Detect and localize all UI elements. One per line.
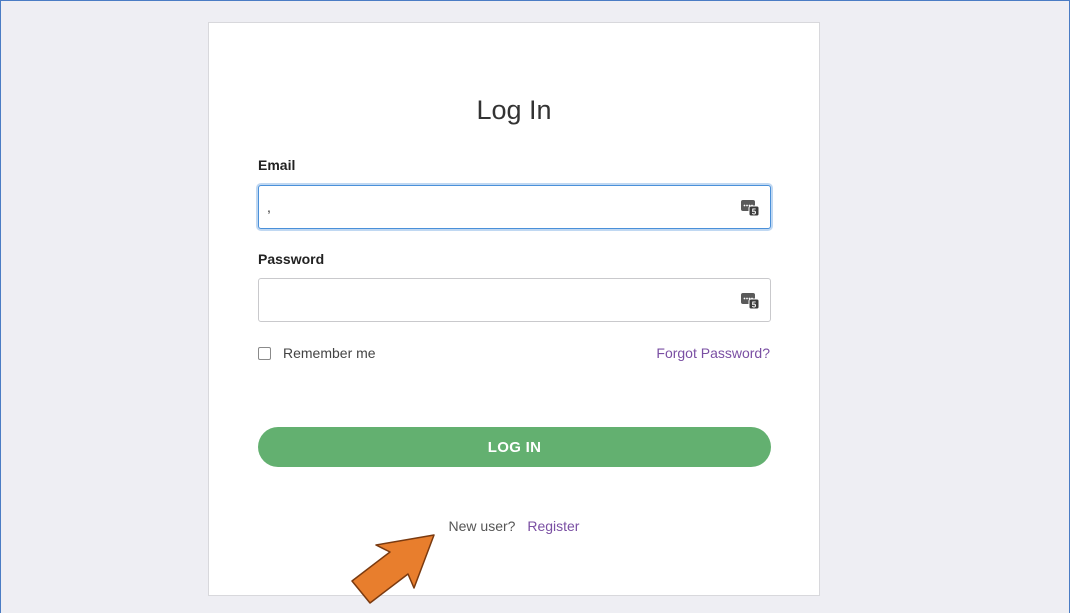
password-label: Password xyxy=(258,251,325,267)
login-card: Log In Email 5 Password 5 Remember me xyxy=(208,22,820,596)
orange-arrow-icon xyxy=(351,534,435,604)
register-row: New user? Register xyxy=(209,518,819,534)
email-label: Email xyxy=(258,157,296,173)
email-field-wrapper: 5 xyxy=(258,185,771,229)
password-input[interactable] xyxy=(259,279,770,321)
password-manager-icon[interactable]: 5 xyxy=(740,197,760,217)
register-link[interactable]: Register xyxy=(527,518,579,534)
svg-text:5: 5 xyxy=(752,208,757,217)
forgot-password-link[interactable]: Forgot Password? xyxy=(656,345,770,361)
login-button[interactable]: LOG IN xyxy=(258,427,771,467)
password-manager-icon[interactable]: 5 xyxy=(740,290,760,310)
page-title: Log In xyxy=(476,95,552,125)
remember-me-row: Remember me xyxy=(258,345,376,361)
new-user-text: New user? xyxy=(448,518,516,534)
remember-me-checkbox[interactable] xyxy=(258,346,271,360)
svg-text:5: 5 xyxy=(752,301,757,310)
remember-me-label[interactable]: Remember me xyxy=(283,345,376,361)
password-field-wrapper: 5 xyxy=(258,278,771,322)
email-input[interactable] xyxy=(259,186,770,228)
